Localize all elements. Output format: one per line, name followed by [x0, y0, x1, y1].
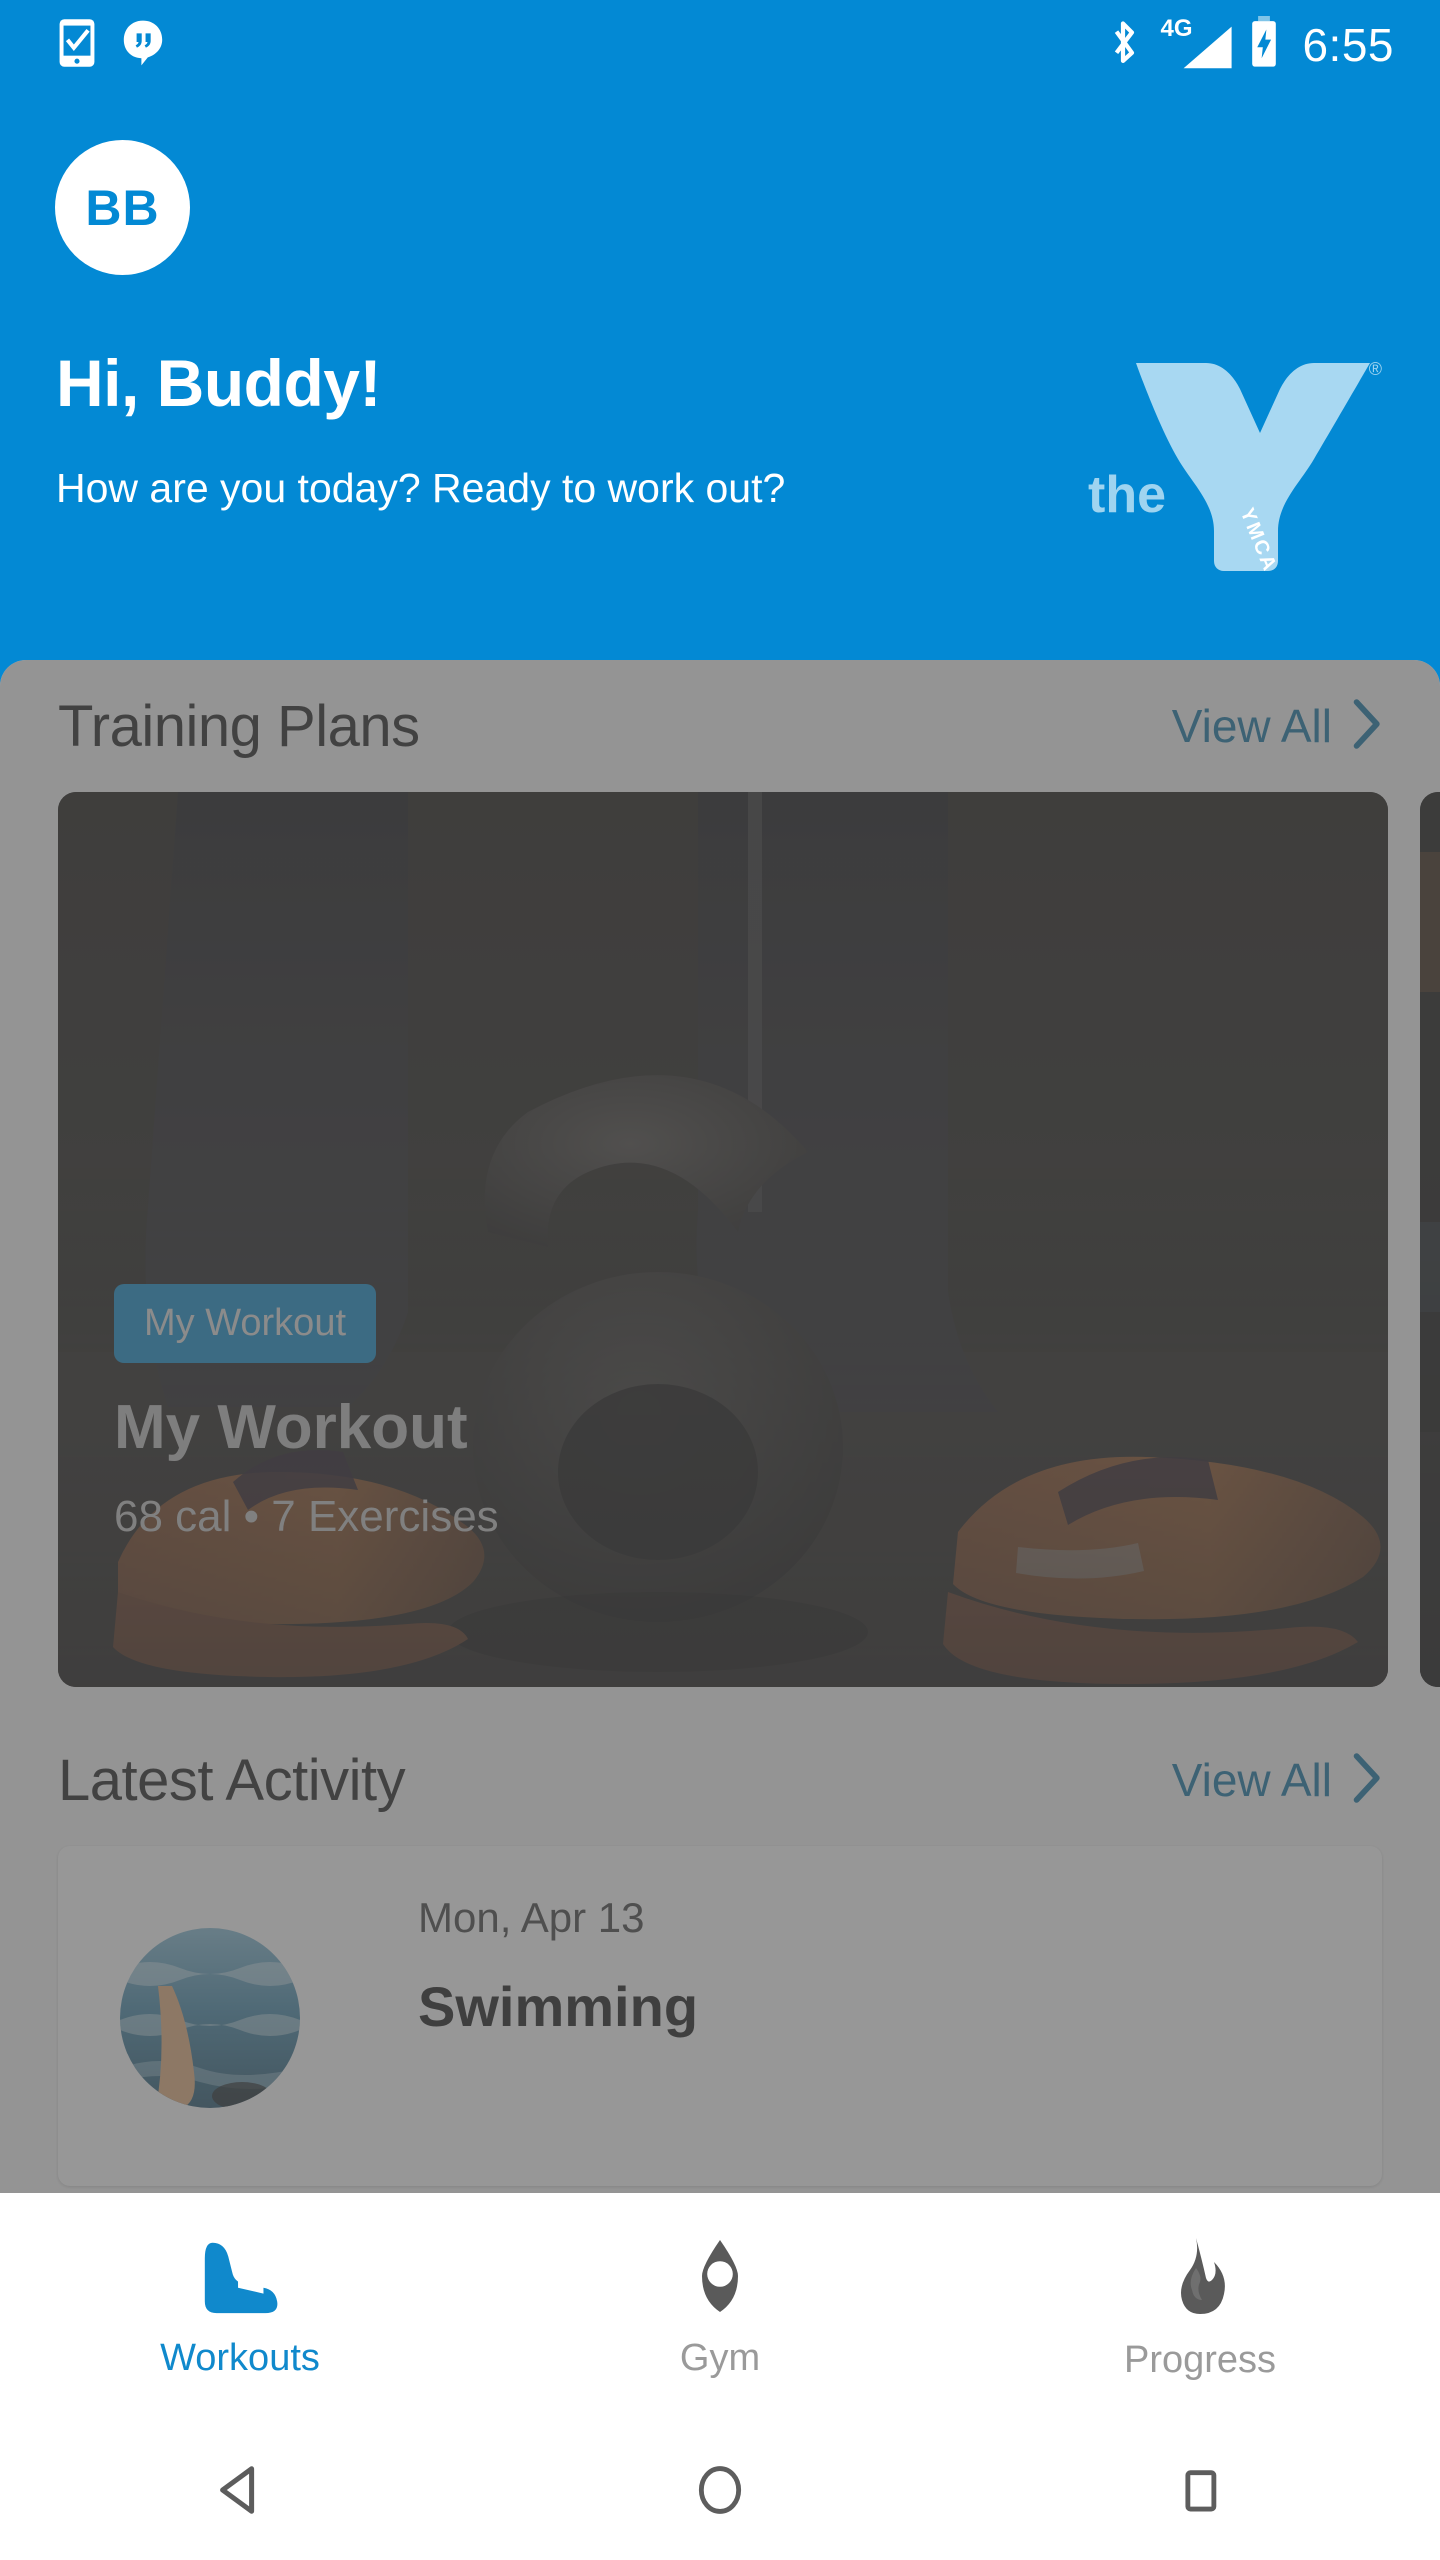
- training-plan-card-next[interactable]: [1420, 792, 1440, 1687]
- sms-check-icon: [58, 17, 96, 74]
- content-sheet: Training Plans View All My Workout My Wo…: [0, 660, 1440, 2193]
- chevron-right-icon: [1348, 697, 1382, 756]
- registered-mark: ®: [1368, 359, 1382, 379]
- nav-tab-progress[interactable]: Progress: [960, 2236, 1440, 2382]
- page-subtitle: How are you today? Ready to work out?: [56, 465, 786, 511]
- section-title: Training Plans: [58, 693, 420, 759]
- nav-tab-label: Workouts: [160, 2337, 320, 2379]
- status-bar-notifications: [58, 17, 164, 74]
- section-title: Latest Activity: [58, 1747, 406, 1813]
- location-pin-icon: [682, 2238, 758, 2319]
- home-circle-icon: [692, 2462, 748, 2523]
- training-plan-meta: 68 cal • 7 Exercises: [114, 1492, 499, 1541]
- section-header-training-plans: Training Plans View All: [0, 660, 1440, 792]
- status-bar-clock: 6:55: [1302, 19, 1394, 71]
- flame-icon: [1162, 2236, 1238, 2321]
- hangouts-icon: [122, 19, 164, 72]
- chevron-right-icon: [1348, 1751, 1382, 1810]
- status-bar-system: 4G 6:55: [1106, 15, 1394, 75]
- app-screen: 4G 6:55 BB Hi, Buddy! How are you today?…: [0, 0, 1440, 2560]
- activity-list-item[interactable]: Mon, Apr 13 Swimming: [58, 1846, 1382, 2186]
- view-all-latest-activity-button[interactable]: View All: [1172, 1751, 1382, 1810]
- avatar[interactable]: BB: [55, 140, 190, 275]
- back-triangle-icon: [211, 2461, 269, 2524]
- training-plans-carousel[interactable]: My Workout My Workout 68 cal • 7 Exercis…: [0, 792, 1440, 1692]
- bluetooth-icon: [1106, 17, 1140, 74]
- view-all-training-plans-button[interactable]: View All: [1172, 697, 1382, 756]
- training-plan-overlay-next: [1420, 792, 1440, 1687]
- system-navigation-bar: [0, 2425, 1440, 2560]
- running-shoe-icon: [197, 2238, 283, 2319]
- signal-4g-icon: 4G: [1160, 15, 1233, 71]
- system-recents-button[interactable]: [960, 2464, 1440, 2521]
- page-title: Hi, Buddy!: [56, 346, 381, 420]
- training-plan-title: My Workout: [114, 1393, 468, 1462]
- app-header: 4G 6:55 BB Hi, Buddy! How are you today?…: [0, 0, 1440, 700]
- nav-tab-gym[interactable]: Gym: [480, 2238, 960, 2380]
- status-bar: 4G 6:55: [0, 0, 1440, 90]
- training-plan-badge: My Workout: [114, 1284, 377, 1363]
- avatar-initials: BB: [85, 179, 160, 236]
- bottom-navigation: Workouts Gym Progress: [0, 2193, 1440, 2425]
- activity-date: Mon, Apr 13: [418, 1894, 645, 1941]
- nav-tab-label: Progress: [1123, 2339, 1277, 2381]
- training-plan-card[interactable]: My Workout My Workout 68 cal • 7 Exercis…: [58, 792, 1388, 1687]
- section-header-latest-activity: Latest Activity View All: [0, 1714, 1440, 1846]
- battery-charging-icon: [1248, 15, 1280, 75]
- ymca-logo: the ® YMCA: [1078, 355, 1382, 575]
- recents-square-icon: [1174, 2464, 1226, 2521]
- system-back-button[interactable]: [0, 2461, 480, 2524]
- activity-name: Swimming: [418, 1975, 699, 2038]
- system-home-button[interactable]: [480, 2462, 960, 2523]
- view-all-label: View All: [1171, 1754, 1332, 1806]
- nav-tab-label: Gym: [679, 2337, 761, 2379]
- activity-thumbnail: [120, 1928, 300, 2108]
- view-all-label: View All: [1171, 700, 1332, 752]
- nav-tab-workouts[interactable]: Workouts: [0, 2238, 480, 2380]
- training-plan-overlay: [58, 792, 1388, 1687]
